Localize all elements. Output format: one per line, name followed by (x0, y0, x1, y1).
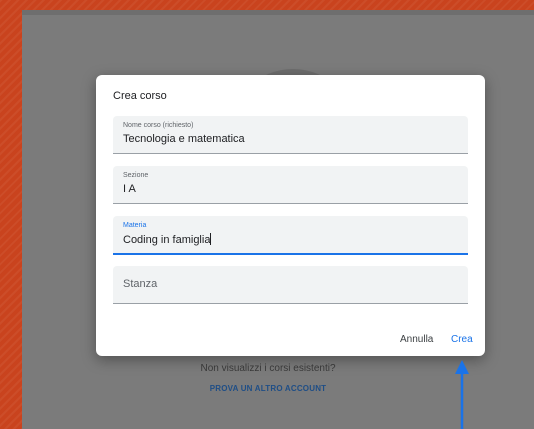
arrow-up-icon (455, 360, 469, 429)
